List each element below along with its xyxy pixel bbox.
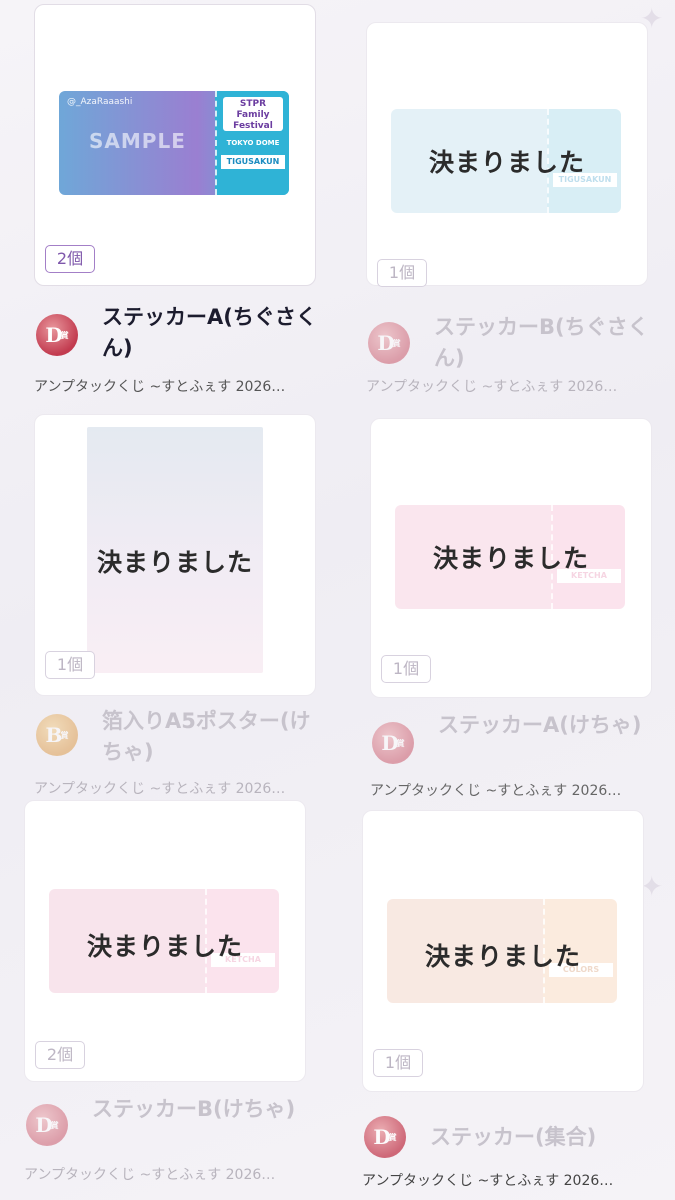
grade-badge: D賞 <box>372 722 414 764</box>
watermark-handle: @_AzaRaaashi <box>67 97 133 107</box>
prize-title[interactable]: ステッカーB(けちゃ) <box>92 1094 308 1125</box>
quantity-badge: 1個 <box>377 259 427 287</box>
prize-image-card[interactable]: COLORS 決まりました 1個 <box>362 810 644 1092</box>
lottery-name: アンプタックくじ ~すとふぇす 2026… <box>366 379 618 395</box>
quantity-badge: 2個 <box>45 245 95 273</box>
prize-title[interactable]: ステッカーB(ちぐさくん) <box>434 312 650 374</box>
prize-image-card[interactable]: KETCHA 決まりました 2個 <box>24 800 306 1082</box>
grade-badge: D賞 <box>364 1116 406 1158</box>
decided-overlay: 決まりました <box>86 932 243 961</box>
decided-overlay: 決まりました <box>424 942 581 971</box>
decided-overlay: 決まりました <box>428 148 585 177</box>
quantity-badge: 2個 <box>35 1041 85 1069</box>
sticker-image: @_AzaRaaashi SAMPLE STPR Family Festival… <box>59 91 289 195</box>
lottery-name: アンプタックくじ ~すとふぇす 2026… <box>370 783 622 799</box>
grade-badge: B賞 <box>36 714 78 756</box>
prize-image-card[interactable]: 決まりました 1個 <box>34 414 316 696</box>
prize-title[interactable]: ステッカーA(ちぐさくん) <box>102 302 318 364</box>
lottery-name: アンプタックくじ ~すとふぇす 2026… <box>34 781 286 797</box>
sample-watermark: SAMPLE <box>89 129 186 153</box>
prize-image-card[interactable]: KETCHA 決まりました 1個 <box>370 418 652 698</box>
prize-title[interactable]: 箔入りA5ポスター(けちゃ) <box>102 706 318 768</box>
prize-title[interactable]: ステッカーA(けちゃ) <box>438 710 654 741</box>
grade-badge: D賞 <box>26 1104 68 1146</box>
decided-overlay: 決まりました <box>432 544 589 573</box>
lottery-name: アンプタックくじ ~すとふぇす 2026… <box>34 379 286 395</box>
quantity-badge: 1個 <box>381 655 431 683</box>
decided-overlay: 決まりました <box>96 548 253 577</box>
grade-badge: D賞 <box>368 322 410 364</box>
member-name: TIGUSAKUN <box>221 155 285 169</box>
lottery-name: アンプタックくじ ~すとふぇす 2026… <box>362 1173 614 1189</box>
quantity-badge: 1個 <box>373 1049 423 1077</box>
venue-label: TOKYO DOME <box>226 139 280 147</box>
prize-title[interactable]: ステッカー(集合) <box>430 1122 646 1153</box>
prize-image-card[interactable]: TIGUSAKUN 決まりました 1個 <box>366 22 648 287</box>
event-logo: STPR Family Festival <box>223 97 283 131</box>
prize-image-card[interactable]: @_AzaRaaashi SAMPLE STPR Family Festival… <box>34 4 316 286</box>
grade-badge: D賞 <box>36 314 78 356</box>
quantity-badge: 1個 <box>45 651 95 679</box>
lottery-name: アンプタックくじ ~すとふぇす 2026… <box>24 1167 276 1183</box>
